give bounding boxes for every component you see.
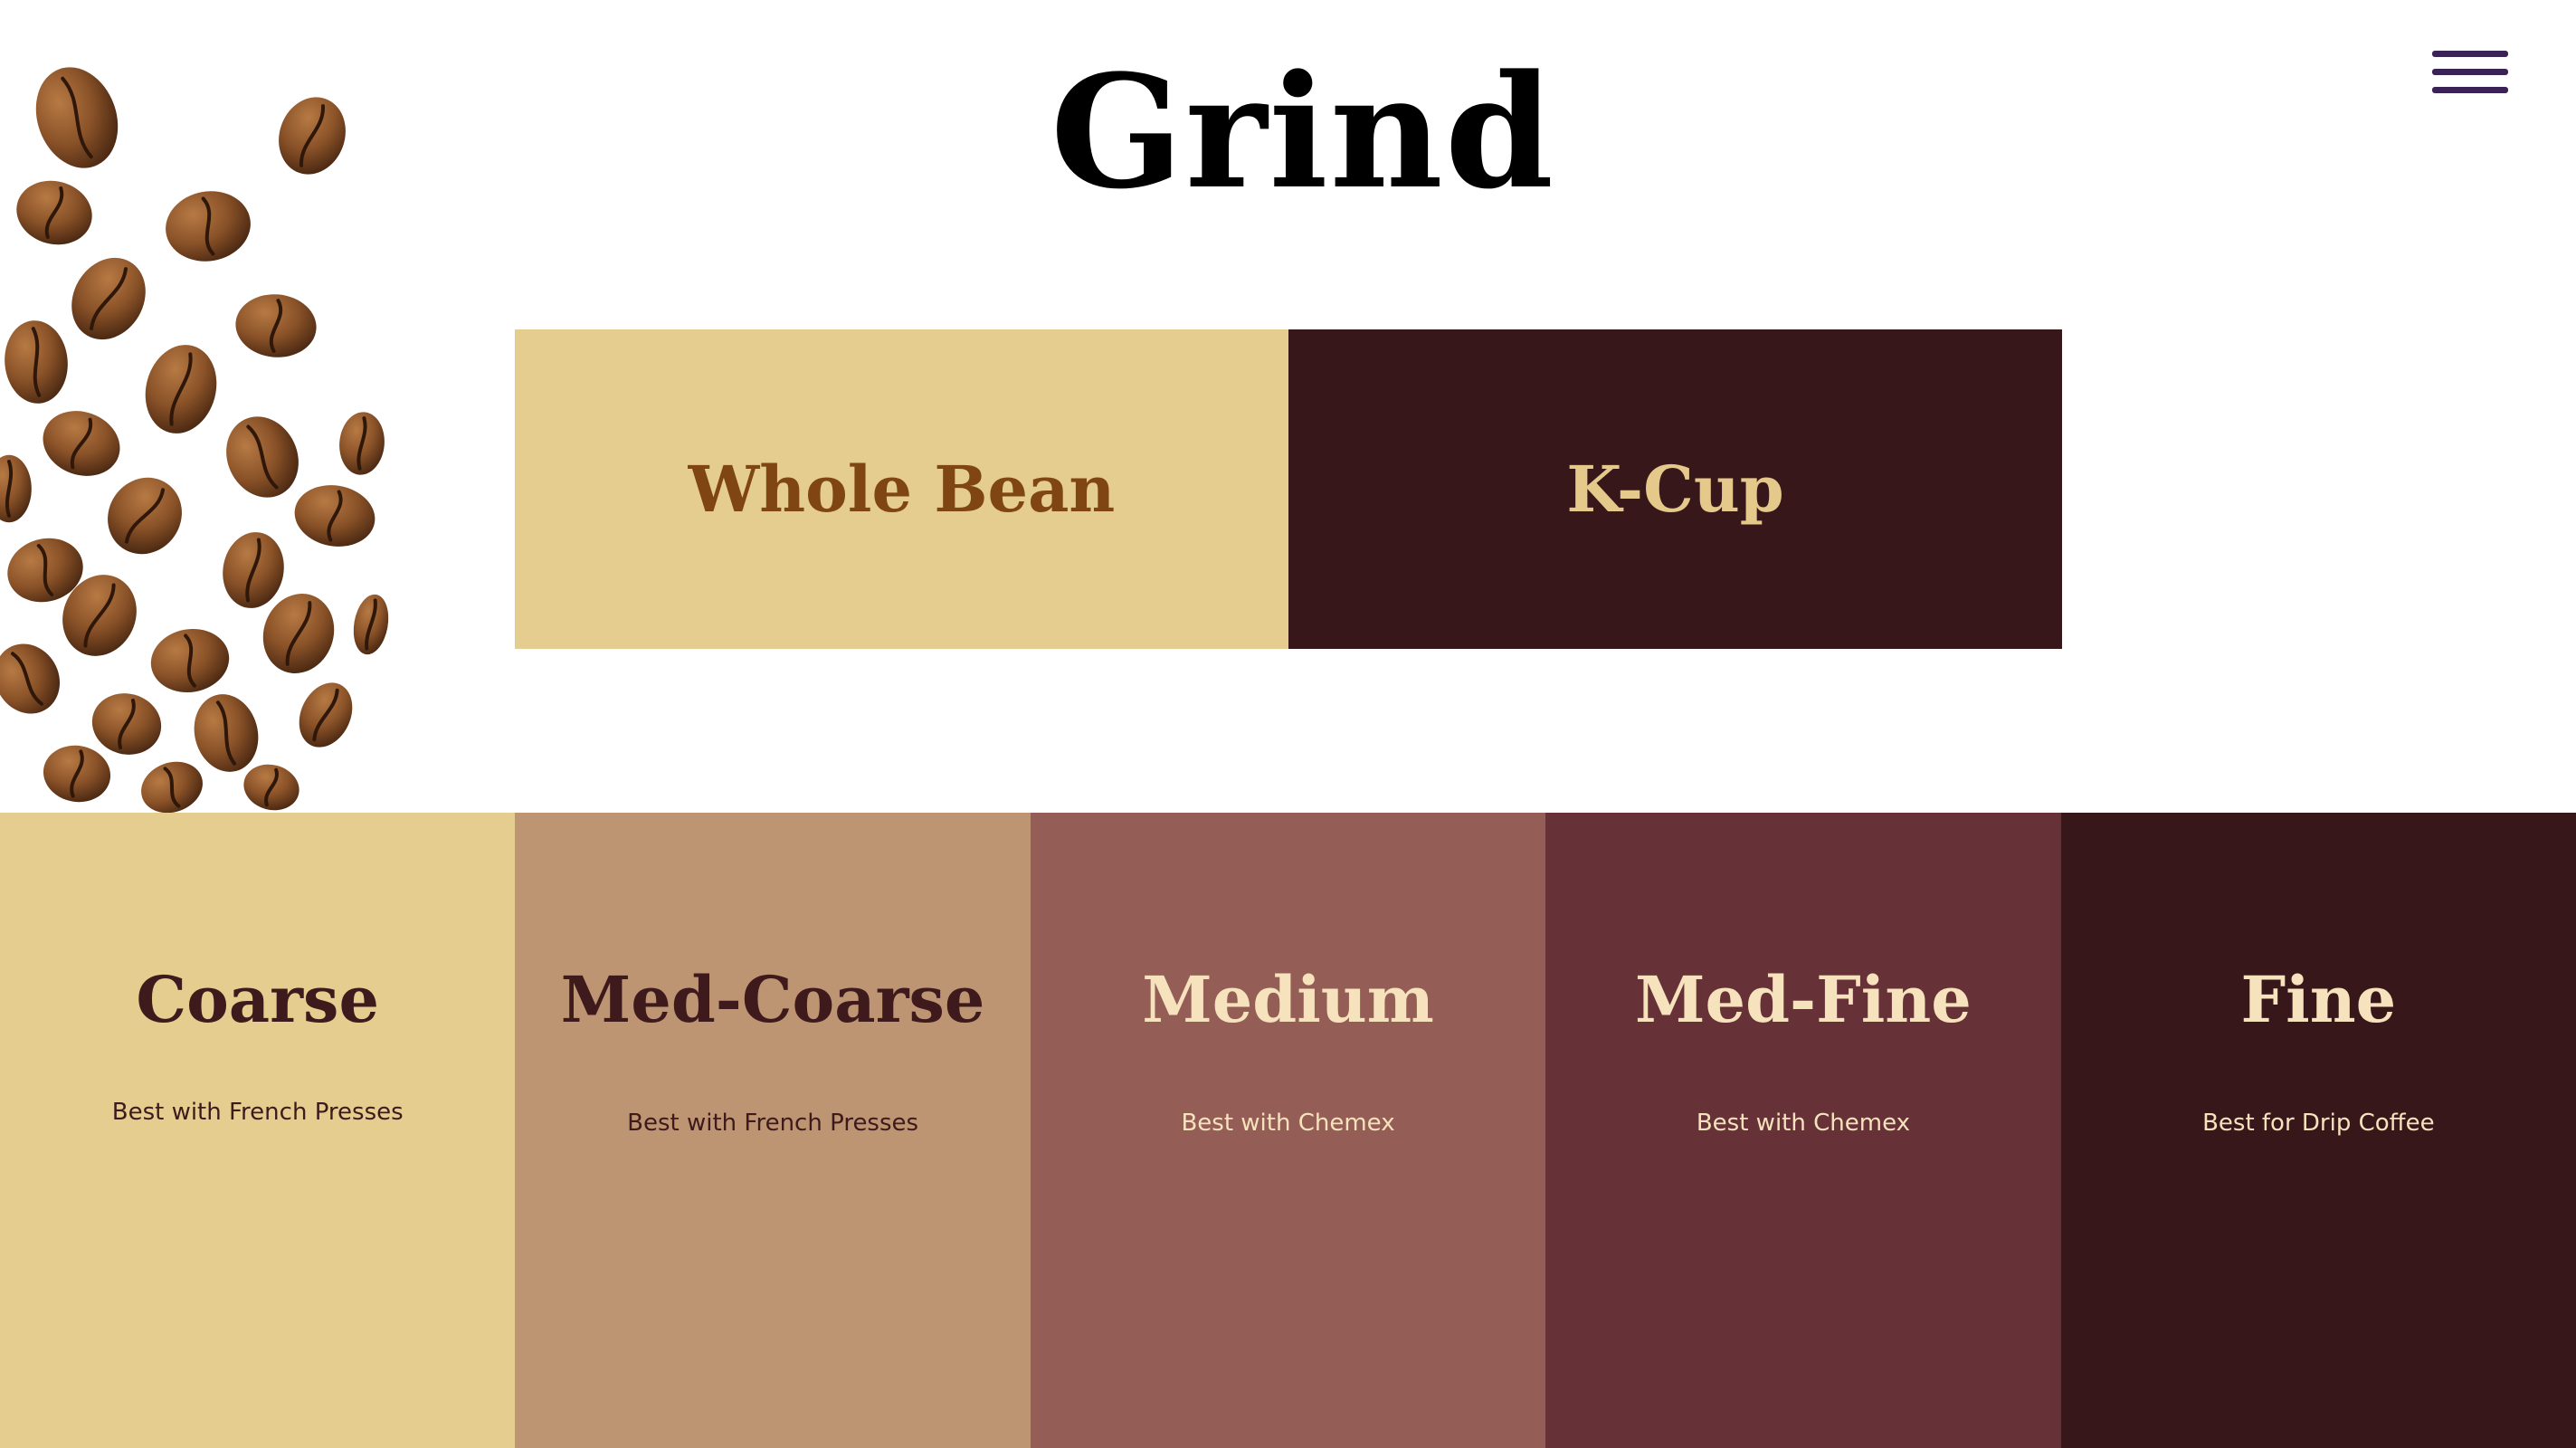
coffee-bean xyxy=(43,411,120,476)
coffee-bean xyxy=(71,257,146,340)
grind-name: Medium xyxy=(1142,962,1434,1037)
k-cup-button[interactable]: K-Cup xyxy=(1288,329,2062,649)
coffee-bean xyxy=(150,628,230,693)
coffee-bean xyxy=(145,345,217,433)
page-title: Grind xyxy=(1050,40,1556,224)
coffee-bean xyxy=(0,454,32,523)
coffee-bean xyxy=(226,416,299,498)
coffee-bean xyxy=(243,764,299,811)
coffee-bean xyxy=(353,594,389,655)
coffee-bean xyxy=(141,761,203,814)
grind-options: Coarse Best with French Presses Med-Coar… xyxy=(0,813,2576,1448)
hamburger-menu-icon[interactable] xyxy=(2425,47,2515,98)
coffee-bean xyxy=(299,682,353,748)
grind-name: Med-Coarse xyxy=(560,962,985,1037)
coffee-bean xyxy=(0,643,61,714)
grind-name: Fine xyxy=(2240,962,2397,1037)
whole-bean-label: Whole Bean xyxy=(688,452,1116,527)
coffee-bean xyxy=(5,320,68,404)
coffee-bean xyxy=(294,485,375,547)
grind-description: Best for Drip Coffee xyxy=(2202,1110,2435,1137)
coffee-bean xyxy=(194,694,259,772)
grind-description: Best with Chemex xyxy=(1696,1110,1910,1137)
grind-description: Best with Chemex xyxy=(1181,1110,1395,1137)
grind-description: Best with French Presses xyxy=(111,1099,404,1126)
coffee-bean xyxy=(43,745,111,803)
coffee-bean xyxy=(108,477,182,555)
coffee-bean xyxy=(339,412,385,475)
coffee-bean xyxy=(235,294,317,357)
grind-option-coarse[interactable]: Coarse Best with French Presses xyxy=(0,813,516,1448)
grind-option-med-coarse[interactable]: Med-Coarse Best with French Presses xyxy=(515,813,1031,1448)
grind-option-medium[interactable]: Medium Best with Chemex xyxy=(1030,813,1546,1448)
grind-name: Med-Fine xyxy=(1635,962,1972,1037)
coffee-bean xyxy=(91,693,162,755)
coffee-bean xyxy=(223,532,284,608)
grind-description: Best with French Presses xyxy=(627,1110,919,1137)
k-cup-label: K-Cup xyxy=(1566,452,1784,527)
grind-option-fine[interactable]: Fine Best for Drip Coffee xyxy=(2060,813,2576,1448)
grind-name: Coarse xyxy=(136,962,379,1037)
grind-option-med-fine[interactable]: Med-Fine Best with Chemex xyxy=(1545,813,2061,1448)
whole-bean-button[interactable]: Whole Bean xyxy=(515,329,1288,649)
